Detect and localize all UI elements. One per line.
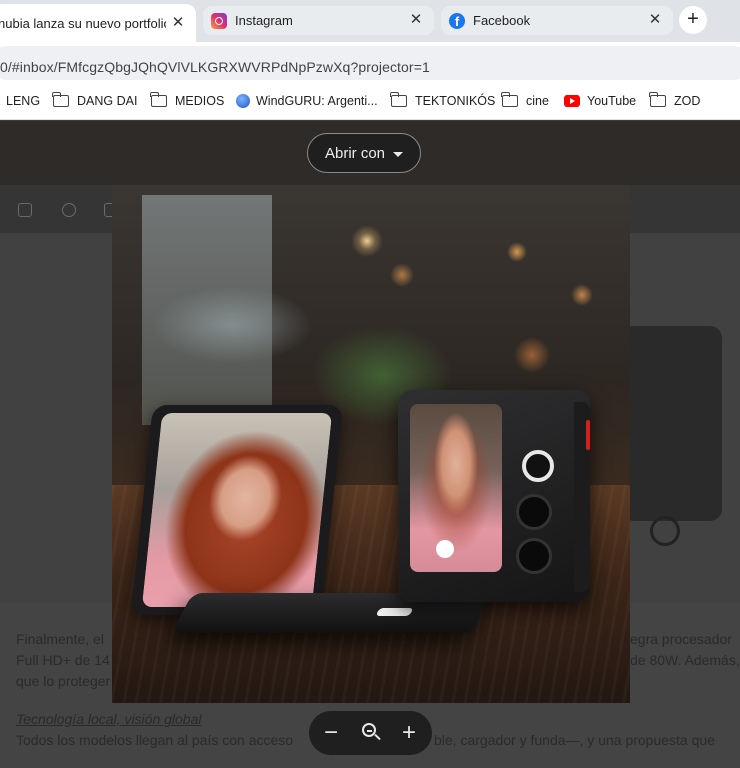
caret-down-icon <box>393 151 404 157</box>
article-text: ble, cargador y funda—, y una propuesta … <box>434 732 715 748</box>
bookmark-dang-dai[interactable]: DANG DAI <box>52 92 138 110</box>
tab-title: Facebook <box>473 13 531 28</box>
bookmark-medios[interactable]: MEDIOS <box>150 92 225 110</box>
close-tab-icon[interactable]: ✕ <box>408 12 424 28</box>
article-text: Todos los modelos llegan al país con acc… <box>16 732 294 748</box>
folder-icon <box>390 92 407 107</box>
bookmark-label: DANG DAI <box>77 94 138 108</box>
camera-lens <box>516 494 552 530</box>
folder-icon <box>150 92 167 107</box>
bookmark-label: WindGURU: Argenti... <box>256 94 378 108</box>
cover-screen <box>410 404 502 572</box>
tab-nubia[interactable]: nubia lanza su nuevo portfolio ✕ <box>0 4 196 42</box>
bookmark-label: YouTube <box>587 94 637 108</box>
bookmark-cine[interactable]: cine <box>501 92 549 110</box>
clock-icon <box>62 203 76 217</box>
windguru-icon <box>236 94 250 108</box>
facebook-icon: f <box>449 12 465 29</box>
bookmark-youtube[interactable]: YouTube <box>564 92 636 110</box>
article-text: Full HD+ de 14 <box>16 652 110 668</box>
tab-title: Instagram <box>235 13 293 28</box>
phone-screen-portrait <box>141 413 333 607</box>
tab-title: nubia lanza su nuevo portfolio <box>0 15 166 31</box>
attachment-photo <box>112 185 630 703</box>
background-phone-image <box>622 326 722 521</box>
zoom-out-button[interactable]: − <box>311 711 351 755</box>
bookmarks-bar: LENG DANG DAI MEDIOS WindGURU: Argenti..… <box>0 84 740 120</box>
camera-lens <box>516 538 552 574</box>
article-text: egra procesador <box>630 631 732 647</box>
shutter-icon <box>436 540 454 558</box>
instagram-icon <box>211 12 227 29</box>
article-text: que lo proteger <box>16 673 111 689</box>
toolbar: 0/#inbox/FMfcgzQbgJQhQVlVLKGRXWVRPdNpPzw… <box>0 42 740 84</box>
new-tab-button[interactable]: + <box>679 6 707 34</box>
folder-icon <box>501 92 518 107</box>
tab-facebook[interactable]: f Facebook ✕ <box>441 6 673 35</box>
image-viewer-overlay: Finalmente, el egra procesador Full HD+ … <box>0 121 740 768</box>
article-subheading: Tecnología local, visión global <box>16 711 202 727</box>
folder-icon <box>649 92 666 107</box>
red-key <box>586 420 590 450</box>
camera-ring <box>522 450 554 482</box>
folder-icon <box>52 92 69 107</box>
reset-zoom-button[interactable] <box>350 711 390 755</box>
close-tab-icon[interactable]: ✕ <box>170 15 186 31</box>
bookmark-label: MEDIOS <box>175 94 225 108</box>
bookmark-leng[interactable]: LENG <box>6 92 40 110</box>
zoom-magnifier-icon <box>362 723 376 737</box>
background-camera-ring <box>650 516 680 546</box>
open-with-button[interactable]: Abrir con <box>307 133 421 173</box>
bookmark-windguru[interactable]: WindGURU: Argenti... <box>236 92 378 110</box>
bookmark-zod[interactable]: ZOD <box>649 92 701 110</box>
address-bar[interactable]: 0/#inbox/FMfcgzQbgJQhQVlVLKGRXWVRPdNpPzw… <box>0 46 740 80</box>
zoom-controls: − + <box>309 711 432 755</box>
close-tab-icon[interactable]: ✕ <box>647 12 663 28</box>
bookmark-label: ZOD <box>674 94 701 108</box>
bookmark-label: LENG <box>6 94 41 108</box>
tab-instagram[interactable]: Instagram ✕ <box>203 6 434 35</box>
tab-strip: nubia lanza su nuevo portfolio ✕ Instagr… <box>0 0 740 42</box>
phone-gesture-bar <box>375 608 414 616</box>
zoom-in-button[interactable]: + <box>389 711 429 755</box>
window-light <box>142 195 272 425</box>
bookmark-label: cine <box>526 94 549 108</box>
bookmark-label: TEKTONIKÓS <box>415 94 496 108</box>
url-text: 0/#inbox/FMfcgzQbgJQhQVlVLKGRXWVRPdNpPzw… <box>0 59 430 75</box>
unfolded-phone <box>130 405 344 615</box>
article-text: de 80W. Además, <box>630 652 740 668</box>
article-text: Finalmente, el <box>16 631 104 647</box>
archive-icon <box>18 203 32 217</box>
bookmark-tektonikos[interactable]: TEKTONIKÓS <box>390 92 496 110</box>
youtube-icon <box>564 95 580 107</box>
folded-phone <box>398 390 590 602</box>
open-with-label: Abrir con <box>324 144 386 162</box>
